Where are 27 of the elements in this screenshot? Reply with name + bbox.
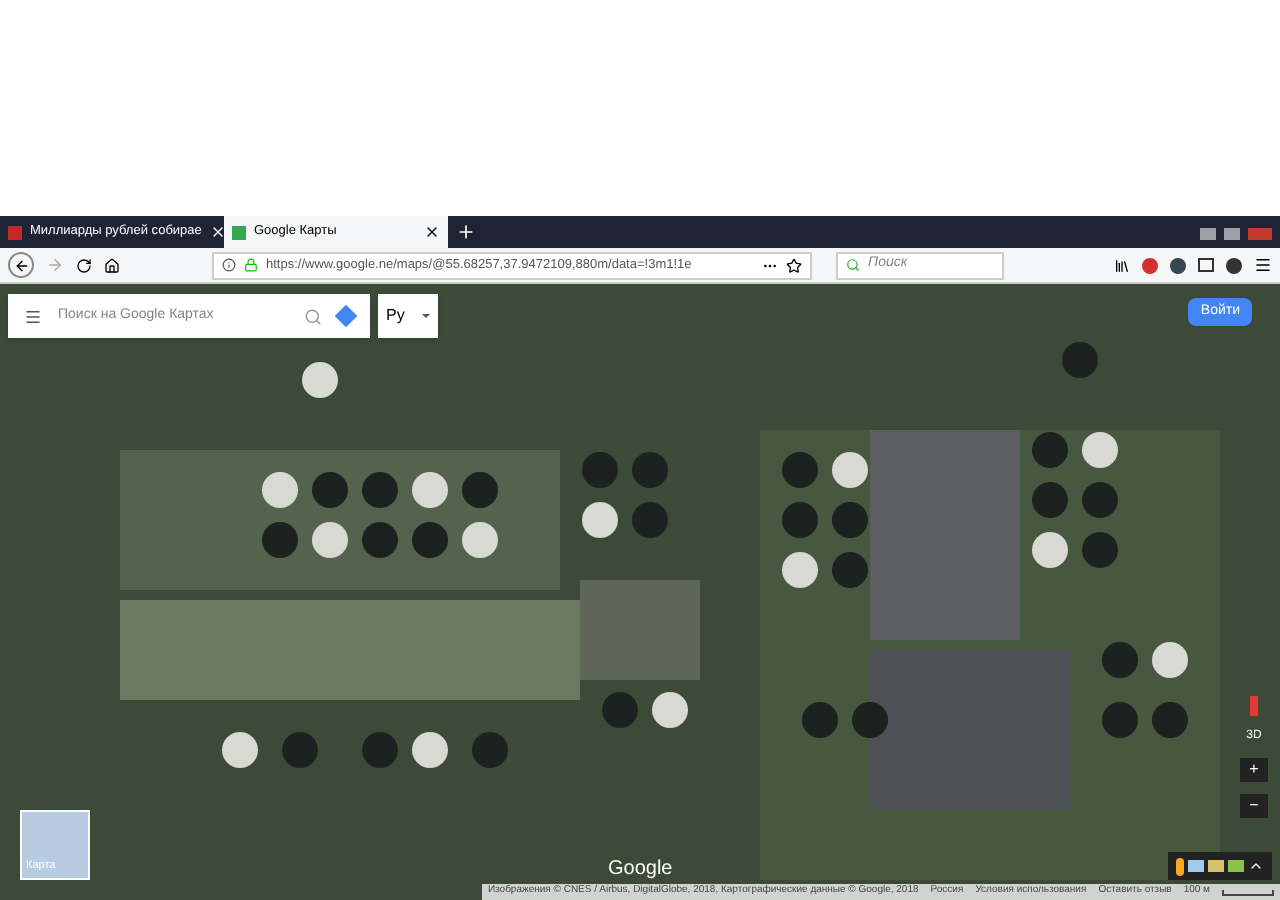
close-icon[interactable] — [209, 224, 226, 240]
back-button[interactable] — [8, 252, 34, 278]
search-icon — [846, 258, 860, 272]
library-icon[interactable] — [1114, 257, 1130, 273]
tab-favicon-icon — [232, 225, 246, 239]
sidebar-icon[interactable] — [1198, 258, 1214, 272]
zoom-out-button[interactable]: − — [1240, 794, 1268, 818]
close-icon[interactable] — [424, 224, 440, 240]
lock-icon — [244, 258, 258, 272]
tab-favicon-icon — [8, 225, 22, 239]
info-icon[interactable] — [222, 258, 236, 272]
expand-icon[interactable] — [1248, 858, 1264, 874]
language-dropdown[interactable]: Ру — [378, 294, 438, 338]
google-logo: Google — [608, 856, 673, 884]
extension-icon[interactable] — [1226, 257, 1242, 273]
reload-icon[interactable] — [76, 257, 92, 273]
scale-bar-icon — [1222, 889, 1274, 895]
home-icon[interactable] — [104, 257, 120, 273]
bookmark-star-icon[interactable] — [786, 257, 802, 273]
zoom-in-button[interactable]: + — [1240, 758, 1268, 782]
new-tab-icon[interactable] — [456, 222, 476, 242]
menu-icon[interactable] — [1254, 256, 1272, 274]
back-arrow-icon — [13, 257, 29, 273]
menu-icon[interactable] — [24, 307, 42, 325]
directions-icon[interactable] — [334, 304, 358, 328]
caret-icon — [422, 314, 430, 318]
search-icon[interactable] — [304, 307, 322, 325]
